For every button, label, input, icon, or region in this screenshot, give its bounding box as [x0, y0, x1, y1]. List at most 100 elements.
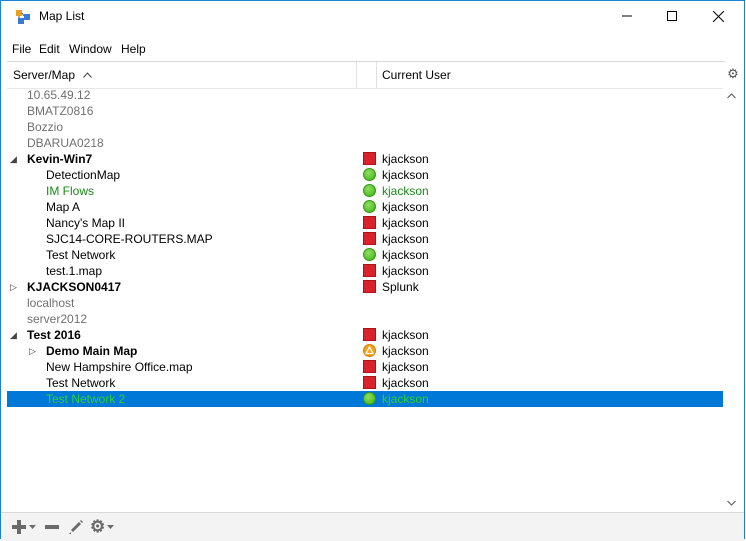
- tree-row[interactable]: ▷ KJACKSON0417 Splunk: [7, 279, 723, 295]
- vertical-scrollbar[interactable]: [723, 87, 740, 511]
- collapsed-arrow-icon[interactable]: ▷: [29, 343, 39, 359]
- column-divider[interactable]: [376, 62, 377, 88]
- tree-row[interactable]: IM Flows kjackson: [7, 183, 723, 199]
- row-current-user: kjackson: [382, 248, 429, 262]
- sort-ascending-icon: [83, 72, 93, 78]
- column-server-map[interactable]: Server/Map: [13, 62, 353, 88]
- row-name: Map A: [46, 200, 81, 214]
- row-name: BMATZ0816: [27, 104, 94, 118]
- row-name: New Hampshire Office.map: [46, 360, 193, 374]
- close-icon: [712, 10, 724, 22]
- menu-file[interactable]: File: [12, 42, 31, 56]
- column-current-user[interactable]: Current User: [382, 62, 682, 88]
- row-name: IM Flows: [46, 184, 94, 198]
- row-current-user: kjackson: [382, 360, 429, 374]
- column-settings-icon[interactable]: ⚙: [725, 63, 741, 85]
- status-red-square-icon: [363, 152, 376, 165]
- tree-row[interactable]: New Hampshire Office.map kjackson: [7, 359, 723, 375]
- row-name: Bozzio: [27, 120, 64, 134]
- status-green-circle-icon: [363, 184, 376, 197]
- row-name: Test Network: [46, 376, 116, 390]
- close-button[interactable]: [695, 1, 741, 31]
- row-current-user: kjackson: [382, 264, 429, 278]
- status-green-circle-icon: [363, 248, 376, 261]
- status-red-square-icon: [363, 328, 376, 341]
- scroll-up-icon[interactable]: [723, 87, 740, 104]
- maximize-button[interactable]: [649, 1, 695, 31]
- column-server-map-label: Server/Map: [13, 68, 76, 82]
- row-name: DBARUA0218: [27, 136, 104, 150]
- row-name: localhost: [27, 296, 75, 310]
- row-current-user: kjackson: [382, 376, 429, 390]
- menu-help[interactable]: Help: [121, 42, 146, 56]
- row-current-user: Splunk: [382, 280, 419, 294]
- row-current-user: kjackson: [382, 232, 429, 246]
- minimize-button[interactable]: [604, 1, 650, 31]
- expanded-arrow-icon[interactable]: ◢: [10, 151, 20, 167]
- row-current-user: kjackson: [382, 216, 429, 230]
- row-current-user: kjackson: [382, 392, 429, 406]
- title-bar[interactable]: Map List: [1, 1, 744, 31]
- tree-row[interactable]: Test Network kjackson: [7, 375, 723, 391]
- row-current-user: kjackson: [382, 152, 429, 166]
- status-red-square-icon: [363, 376, 376, 389]
- row-name: Test 2016: [27, 328, 81, 342]
- row-current-user: kjackson: [382, 168, 429, 182]
- tree-row[interactable]: Test Network kjackson: [7, 247, 723, 263]
- tree-row[interactable]: ◢ Test 2016 kjackson: [7, 327, 723, 343]
- tree-row[interactable]: DBARUA0218: [7, 135, 723, 151]
- menu-bar: File Edit Window Help: [1, 39, 744, 61]
- menu-edit[interactable]: Edit: [39, 42, 60, 56]
- scroll-down-icon[interactable]: [723, 494, 740, 511]
- status-red-square-icon: [363, 280, 376, 293]
- add-button[interactable]: [11, 517, 36, 537]
- row-current-user: kjackson: [382, 184, 429, 198]
- status-green-circle-icon: [363, 168, 376, 181]
- edit-button[interactable]: [68, 517, 84, 537]
- tree-row[interactable]: Nancy's Map II kjackson: [7, 215, 723, 231]
- chevron-down-icon: [29, 524, 36, 529]
- row-current-user: kjackson: [382, 328, 429, 342]
- tree-row[interactable]: localhost: [7, 295, 723, 311]
- row-name: Test Network: [46, 248, 116, 262]
- tree-row[interactable]: Test Network 2 kjackson: [7, 391, 723, 407]
- footer-toolbar: ⚙: [1, 512, 744, 541]
- column-current-user-label: Current User: [382, 68, 451, 82]
- app-icon: [16, 10, 30, 24]
- remove-icon: [45, 525, 59, 529]
- remove-button[interactable]: [44, 517, 60, 537]
- tree-row[interactable]: ◢ Kevin-Win7 kjackson: [7, 151, 723, 167]
- status-green-circle-icon: [363, 392, 376, 405]
- chevron-down-icon: [107, 524, 115, 529]
- column-divider[interactable]: [356, 62, 357, 88]
- add-icon: [12, 520, 26, 534]
- tree-row[interactable]: ▷ Demo Main Map kjackson: [7, 343, 723, 359]
- settings-button[interactable]: ⚙: [90, 517, 115, 537]
- row-name: Nancy's Map II: [46, 216, 125, 230]
- tree-row[interactable]: Bozzio: [7, 119, 723, 135]
- settings-icon: ⚙: [90, 517, 106, 536]
- row-current-user: kjackson: [382, 200, 429, 214]
- tree-row[interactable]: Map A kjackson: [7, 199, 723, 215]
- row-name: SJC14-CORE-ROUTERS.MAP: [46, 232, 213, 246]
- status-red-square-icon: [363, 216, 376, 229]
- status-red-square-icon: [363, 264, 376, 277]
- maximize-icon: [667, 11, 677, 21]
- row-name: KJACKSON0417: [27, 280, 122, 294]
- tree-row[interactable]: BMATZ0816: [7, 103, 723, 119]
- tree-row[interactable]: server2012: [7, 311, 723, 327]
- expanded-arrow-icon[interactable]: ◢: [10, 327, 20, 343]
- status-red-square-icon: [363, 232, 376, 245]
- tree-row[interactable]: 10.65.49.12: [7, 87, 723, 103]
- status-green-circle-icon: [363, 200, 376, 213]
- tree-row[interactable]: DetectionMap kjackson: [7, 167, 723, 183]
- map-tree-list: 10.65.49.12 BMATZ0816 Bozzio DBARUA0218 ◢ Kev…: [7, 87, 723, 511]
- collapsed-arrow-icon[interactable]: ▷: [10, 279, 20, 295]
- tree-row[interactable]: SJC14-CORE-ROUTERS.MAP kjackson: [7, 231, 723, 247]
- menu-window[interactable]: Window: [69, 42, 112, 56]
- column-header: Server/Map Current User: [7, 61, 725, 89]
- row-name: server2012: [27, 312, 88, 326]
- row-current-user: kjackson: [382, 344, 429, 358]
- row-name: Test Network 2: [46, 392, 126, 406]
- tree-row[interactable]: test.1.map kjackson: [7, 263, 723, 279]
